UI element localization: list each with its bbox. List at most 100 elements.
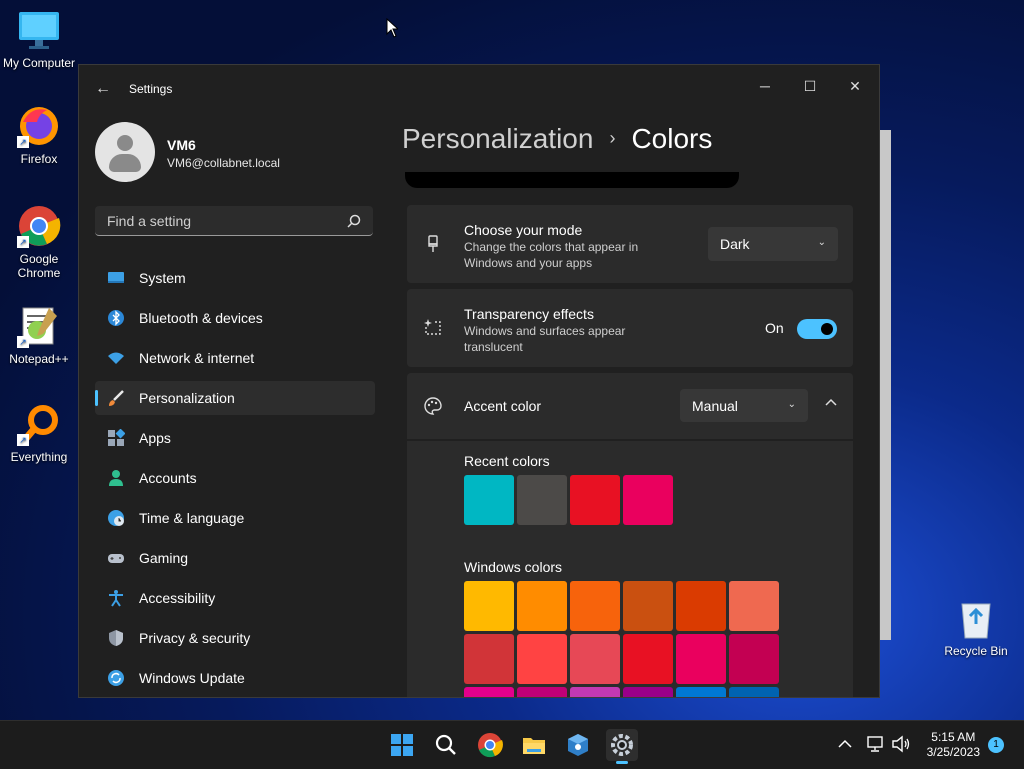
settings-window: ← Settings ─ ☐ ✕ VM6 VM6@collabnet.local… [78,64,880,698]
sparkle-window-icon [423,318,443,338]
volume-icon[interactable] [891,735,911,753]
monitor-icon [17,8,61,52]
search-input[interactable] [105,212,339,230]
transparency-description: Windows and surfaces appear translucent [464,324,626,354]
avatar-body [109,154,141,172]
palette-icon [423,396,443,416]
everything-search-icon: ↗ [17,402,61,446]
breadcrumb: Personalization › Colors [402,123,712,155]
sidebar-item-label: Gaming [139,550,189,566]
windows-color-swatch[interactable] [570,634,620,684]
desktop-icon-label: Everything [10,450,68,464]
user-name: VM6 [167,137,196,153]
sidebar-item-privacy[interactable]: Privacy & security [95,621,375,655]
clock-date: 3/25/2023 [926,745,980,759]
desktop-icon-label: Firefox [20,152,58,166]
desktop-icon-firefox[interactable]: ↗ Firefox [1,104,77,166]
apps-icon [107,428,126,447]
chevron-up-icon[interactable] [821,395,841,415]
network-icon[interactable] [866,735,886,753]
person-icon [107,469,125,487]
desktop-icon-chrome[interactable]: ↗ Google Chrome [1,204,77,280]
taskbar-app[interactable] [562,729,594,761]
sidebar-item-windows-update[interactable]: Windows Update [95,661,375,695]
start-button[interactable] [386,729,418,761]
taskbar-search-button[interactable] [430,729,462,761]
avatar-head [117,135,133,151]
page-title: Colors [631,123,713,154]
running-indicator [616,761,628,764]
title-bar[interactable]: ← Settings ─ ☐ ✕ [79,65,879,113]
sidebar-item-accounts[interactable]: Accounts [95,461,375,495]
monitor-icon [107,269,125,287]
windows-color-swatch[interactable] [570,687,620,697]
desktop-icon-label: Notepad++ [9,352,69,366]
paintbrush-icon [423,234,443,254]
windows-color-swatch[interactable] [623,634,673,684]
windows-color-swatch[interactable] [464,581,514,631]
sidebar-item-network[interactable]: Network & internet [95,341,375,375]
desktop-icon-everything[interactable]: ↗ Everything [1,402,77,464]
windows-color-swatch[interactable] [676,581,726,631]
sidebar-item-label: Privacy & security [139,630,251,646]
mouse-cursor-icon [386,17,400,43]
bluetooth-icon [107,309,125,327]
close-button[interactable]: ✕ [833,71,877,101]
desktop-icon-notepadpp[interactable]: ↗ Notepad++ [1,304,77,366]
toggle-knob [821,323,833,335]
windows-color-swatch[interactable] [517,581,567,631]
desktop-icon-label: My Computer [2,56,76,70]
breadcrumb-parent[interactable]: Personalization [402,123,593,154]
search-icon[interactable] [347,214,361,228]
notification-badge[interactable]: 1 [988,737,1004,753]
windows-color-swatch[interactable] [464,687,514,697]
windows-color-swatch[interactable] [464,634,514,684]
transparency-state-label: On [765,320,784,336]
sidebar-item-time-language[interactable]: Time & language [95,501,375,535]
accent-color-card[interactable]: Accent color Manual ⌄ [407,373,853,439]
gamepad-icon [107,549,125,567]
windows-color-swatch[interactable] [517,687,567,697]
taskbar-settings[interactable] [606,729,638,764]
back-arrow-icon[interactable]: ← [93,79,113,99]
sidebar-item-apps[interactable]: Apps [95,421,375,455]
taskbar-file-explorer[interactable] [518,729,550,761]
shortcut-arrow-icon: ↗ [17,434,29,446]
avatar[interactable] [95,122,155,182]
desktop-icon-recycle-bin[interactable]: Recycle Bin [938,596,1014,658]
accent-mode-dropdown[interactable]: Manual ⌄ [680,389,808,422]
windows-color-swatch[interactable] [676,687,726,697]
mode-dropdown[interactable]: Dark ⌄ [708,227,838,261]
chevron-down-icon: ⌄ [787,399,796,410]
windows-color-swatch[interactable] [729,687,779,697]
desktop-icon-my-computer[interactable]: My Computer [1,8,77,70]
transparency-toggle[interactable] [797,319,837,339]
sidebar-item-bluetooth[interactable]: Bluetooth & devices [95,301,375,335]
gear-icon [611,734,633,756]
windows-color-swatch[interactable] [729,634,779,684]
minimize-button[interactable]: ─ [743,71,787,101]
sidebar-item-label: Time & language [139,510,245,526]
search-box[interactable] [95,206,373,236]
sidebar-item-gaming[interactable]: Gaming [95,541,375,575]
mode-title: Choose your mode [464,222,583,238]
globe-clock-icon [107,509,125,527]
taskbar-chrome[interactable] [474,729,506,761]
sidebar-item-label: Bluetooth & devices [139,310,263,326]
sidebar-item-system[interactable]: System [95,261,375,295]
windows-color-swatch[interactable] [517,634,567,684]
maximize-button[interactable]: ☐ [788,71,832,101]
windows-color-swatch[interactable] [729,581,779,631]
windows-color-swatch[interactable] [623,581,673,631]
windows-color-swatch[interactable] [623,687,673,697]
windows-color-swatch[interactable] [570,581,620,631]
chevron-up-icon[interactable] [836,735,854,753]
app-cube-icon [568,734,588,756]
sidebar-item-accessibility[interactable]: Accessibility [95,581,375,615]
accent-color-panel: Recent colors Windows colors [407,441,853,697]
windows-color-swatch[interactable] [676,634,726,684]
accent-dropdown-value: Manual [692,398,738,414]
chrome-icon [478,733,503,758]
sidebar-item-personalization[interactable]: Personalization [95,381,375,415]
clock[interactable]: 5:15 AM 3/25/2023 [927,730,980,760]
